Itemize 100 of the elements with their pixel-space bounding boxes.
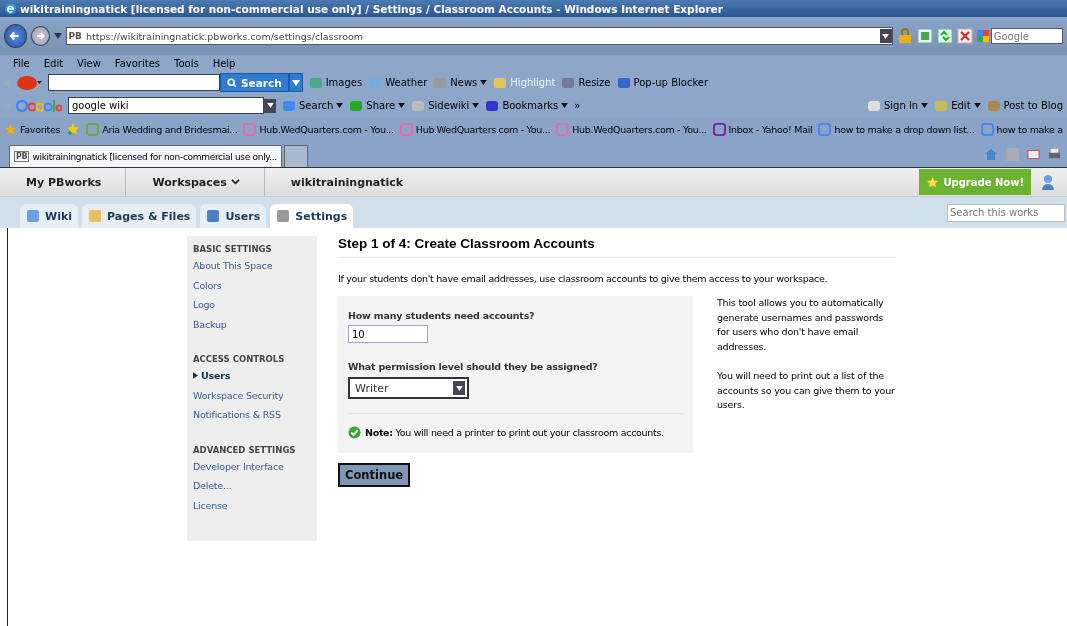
add-favorite-icon[interactable] bbox=[66, 122, 81, 136]
back-button[interactable] bbox=[4, 24, 27, 48]
browser-tab[interactable]: wikitrainingnatick [licensed for non-commercial use only... bbox=[32, 151, 277, 162]
nav-link[interactable]: My PBworks bbox=[0, 168, 127, 196]
toolbar-item[interactable]: Search bbox=[299, 100, 334, 111]
section-heading: BASIC SETTINGS bbox=[193, 244, 273, 254]
menu-item[interactable]: View bbox=[70, 57, 108, 69]
search-field[interactable] bbox=[48, 74, 220, 91]
bullet-icon bbox=[193, 372, 198, 380]
toolbar-item[interactable]: News bbox=[450, 77, 478, 88]
star-icon[interactable] bbox=[4, 122, 17, 136]
sidebar-link[interactable]: About This Space bbox=[193, 256, 317, 276]
sidebar-link[interactable]: Notifications & RSS bbox=[193, 405, 317, 425]
dropdown-arrow-icon[interactable] bbox=[53, 33, 62, 39]
favorite-link[interactable]: Hub.WedQuarters.com - You... bbox=[259, 123, 394, 135]
nav-link[interactable]: Workspaces bbox=[126, 168, 265, 196]
permission-dropdown[interactable]: Writer bbox=[348, 377, 469, 399]
dropdown-arrow-icon bbox=[291, 79, 300, 86]
address-field[interactable]: PB https://wikitrainingnatick.pbworks.com/settings/classroom bbox=[65, 27, 893, 45]
toolbar-item[interactable]: Pop-up Blocker bbox=[633, 77, 709, 88]
favorites-button[interactable]: Favorites bbox=[20, 123, 61, 135]
sidebar-link[interactable]: License bbox=[193, 495, 317, 515]
sidebar-link[interactable]: Developer Interface bbox=[193, 456, 317, 476]
tab[interactable]: Wiki bbox=[20, 204, 78, 228]
menu-item[interactable]: Favorites bbox=[107, 57, 167, 69]
toolbar-icon[interactable] bbox=[866, 98, 881, 113]
window-title: wikitrainingnatick [licensed for non-commercial use only] / Settings / Classroom Accounts - Windows Internet Explorer bbox=[20, 2, 723, 15]
dropdown-arrow-icon[interactable] bbox=[472, 103, 480, 108]
refresh-icon[interactable] bbox=[936, 28, 953, 44]
menu-item[interactable]: Tools bbox=[167, 57, 206, 69]
sidebar-link[interactable]: Logo bbox=[193, 295, 317, 315]
favicon-icon[interactable] bbox=[712, 122, 726, 136]
field-label: What permission level should they be assigned? bbox=[348, 361, 599, 372]
field-label: How many students need accounts? bbox=[348, 310, 536, 321]
search-field[interactable]: Google bbox=[990, 28, 1063, 44]
dropdown-arrow-icon[interactable] bbox=[336, 103, 344, 108]
favicon-icon[interactable] bbox=[818, 122, 832, 136]
tab[interactable]: Pages & Files bbox=[82, 204, 197, 228]
dropdown-arrow-icon bbox=[455, 385, 463, 391]
check-icon bbox=[348, 426, 361, 439]
tab-icon bbox=[26, 209, 40, 223]
toolbar-item[interactable]: Sidewiki bbox=[428, 100, 470, 111]
input-field[interactable]: 10 bbox=[348, 325, 428, 343]
toolbar-item[interactable]: Bookmarks bbox=[502, 100, 559, 111]
toolbar-icon[interactable] bbox=[493, 75, 508, 90]
note-text: Note: You will need a printer to print out your classroom accounts. bbox=[365, 427, 664, 438]
continue-button[interactable]: Continue bbox=[338, 463, 411, 487]
intro-text: If your students don't have email addresses, use classroom accounts to give them access to your workspace. bbox=[338, 273, 829, 284]
new-tab-button[interactable] bbox=[283, 145, 308, 167]
ask-logo-icon[interactable] bbox=[16, 74, 42, 91]
toolbar-icon[interactable] bbox=[561, 75, 576, 90]
close-icon[interactable] bbox=[956, 28, 973, 44]
sidebar-link[interactable]: Backup bbox=[193, 314, 317, 334]
home-icon[interactable] bbox=[984, 147, 998, 161]
forward-button[interactable] bbox=[30, 26, 50, 46]
toolbar-icon[interactable] bbox=[282, 98, 296, 113]
toolbar-item[interactable]: Edit bbox=[951, 100, 971, 111]
toolbar-item[interactable]: Images bbox=[325, 77, 363, 88]
help-text: You will need to print out a list of the accounts so you can give them to your users. bbox=[717, 369, 895, 412]
search-icon bbox=[227, 77, 237, 88]
tab[interactable]: Users bbox=[200, 204, 267, 228]
toolbar-item[interactable]: Post to Blog bbox=[1003, 100, 1063, 111]
toolbar-item[interactable]: Resize bbox=[578, 77, 611, 88]
search-button[interactable]: Search bbox=[220, 73, 289, 92]
favorite-link[interactable]: how to make a drop down list... bbox=[834, 123, 975, 135]
menu-item[interactable]: File bbox=[6, 57, 37, 69]
site-label: PB bbox=[68, 31, 82, 41]
toolbar-item[interactable]: » bbox=[574, 100, 581, 111]
favorite-link[interactable]: Aria Wedding and Bridesmai... bbox=[102, 123, 238, 135]
nav-link[interactable]: wikitrainingnatick bbox=[264, 168, 428, 196]
search-field[interactable]: google wiki bbox=[68, 97, 264, 114]
toolbar-item[interactable]: Share bbox=[366, 100, 396, 111]
google-g-icon[interactable] bbox=[976, 30, 989, 42]
printer-icon[interactable] bbox=[1048, 147, 1061, 161]
mail-icon[interactable] bbox=[1027, 148, 1040, 160]
section-heading: ACCESS CONTROLS bbox=[193, 354, 286, 364]
sidebar-link[interactable]: Delete... bbox=[193, 476, 317, 496]
favorite-link[interactable]: Inbox - Yahoo! Mail bbox=[728, 123, 813, 135]
toolbar-item[interactable]: Weather bbox=[385, 77, 428, 88]
menu-item[interactable]: Edit bbox=[36, 57, 71, 69]
toolbar-icon[interactable] bbox=[485, 98, 500, 113]
favorite-link[interactable]: how to make a bbox=[996, 123, 1063, 135]
dropdown-arrow-icon[interactable] bbox=[973, 103, 981, 108]
dropdown-arrow-icon[interactable] bbox=[921, 103, 929, 108]
dropdown-arrow-icon[interactable] bbox=[480, 80, 488, 85]
dropdown-arrow-icon[interactable] bbox=[398, 103, 406, 108]
tab[interactable]: Settings bbox=[270, 204, 354, 228]
favorite-link[interactable]: Hub.WedQuarters.com - You... bbox=[415, 123, 551, 135]
sidebar-link[interactable]: Workspace Security bbox=[193, 385, 317, 405]
search-field[interactable]: Search this works bbox=[947, 203, 1065, 222]
user-icon[interactable] bbox=[1041, 174, 1055, 190]
toolbar-item[interactable]: Sign In bbox=[883, 100, 919, 111]
toolbar-icon[interactable] bbox=[616, 75, 631, 90]
dropdown-arrow-icon[interactable] bbox=[561, 103, 569, 108]
menu-item[interactable]: Help bbox=[205, 57, 243, 69]
browser-logo-icon bbox=[4, 2, 17, 15]
sidebar-link[interactable]: Colors bbox=[193, 275, 317, 295]
favicon-icon[interactable] bbox=[980, 122, 994, 136]
sidebar-link[interactable]: Users bbox=[193, 366, 317, 386]
favorite-link[interactable]: Hub.WedQuarters.com - You... bbox=[572, 123, 707, 135]
